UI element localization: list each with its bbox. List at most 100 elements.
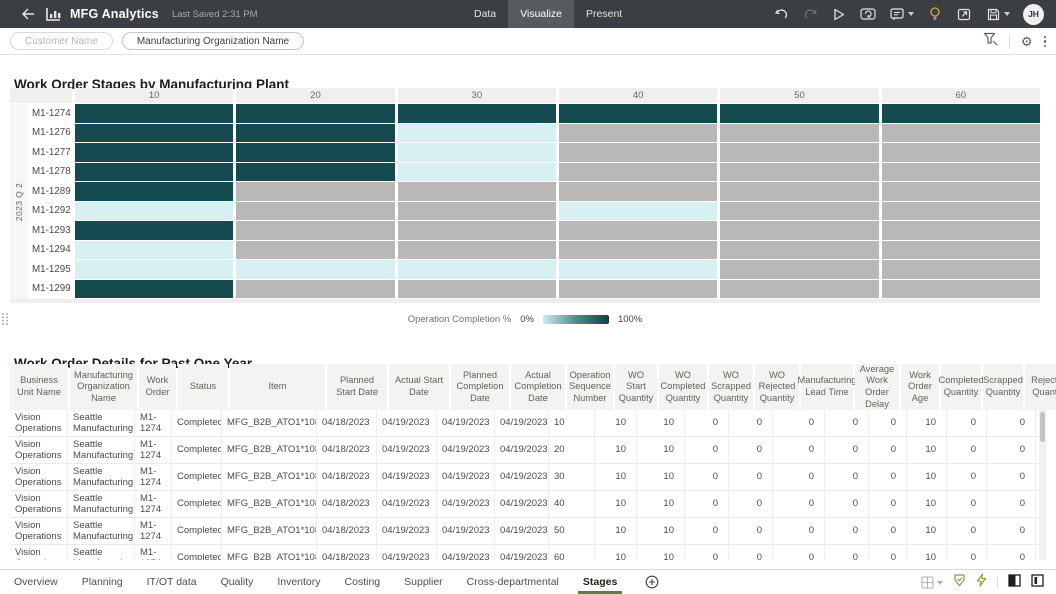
heat-cell-low[interactable]: [75, 260, 234, 279]
heat-cell-none[interactable]: [881, 279, 1040, 298]
heat-cell-none[interactable]: [720, 182, 879, 201]
heat-cell-none[interactable]: [720, 143, 879, 162]
heat-cell-none[interactable]: [397, 182, 556, 201]
heat-cell-none[interactable]: [720, 221, 879, 240]
heat-cell-none[interactable]: [881, 182, 1040, 201]
heat-cell-none[interactable]: [397, 279, 556, 298]
export-open-icon[interactable]: [956, 6, 972, 22]
heat-cell-high[interactable]: [75, 143, 234, 162]
canvas-tab-overview[interactable]: Overview: [14, 570, 58, 594]
heat-cell-high[interactable]: [881, 104, 1040, 123]
table-scrollbar-thumb[interactable]: [1040, 412, 1045, 442]
mode-tab-present[interactable]: Present: [574, 0, 634, 28]
heat-cell-high[interactable]: [236, 162, 395, 181]
heat-cell-none[interactable]: [236, 182, 395, 201]
heat-cell-none[interactable]: [558, 123, 718, 142]
heat-cell-none[interactable]: [558, 162, 718, 181]
refresh-data-icon[interactable]: [860, 6, 876, 22]
heat-cell-none[interactable]: [397, 221, 556, 240]
canvas-tab-quality[interactable]: Quality: [221, 570, 254, 594]
heat-cell-high[interactable]: [236, 123, 395, 142]
heat-cell-high[interactable]: [236, 143, 395, 162]
heat-cell-none[interactable]: [236, 221, 395, 240]
heat-cell-none[interactable]: [236, 240, 395, 259]
canvas-layout-caret[interactable]: [937, 580, 943, 585]
heat-cell-none[interactable]: [558, 143, 718, 162]
comments-dropdown-caret[interactable]: [908, 12, 914, 16]
auto-insights-bolt-icon[interactable]: [976, 573, 987, 592]
canvas-tab-it-ot-data[interactable]: IT/OT data: [147, 570, 197, 594]
canvas-tab-planning[interactable]: Planning: [82, 570, 123, 594]
heat-cell-none[interactable]: [881, 201, 1040, 220]
heat-cell-low[interactable]: [236, 260, 395, 279]
heat-cell-none[interactable]: [558, 221, 718, 240]
save-icon[interactable]: [985, 6, 1001, 22]
heat-cell-high[interactable]: [75, 162, 234, 181]
heat-cell-none[interactable]: [881, 143, 1040, 162]
canvas-tab-cross-departmental[interactable]: Cross-departmental: [467, 570, 559, 594]
settings-gear-icon[interactable]: ⚙: [1021, 35, 1033, 48]
heat-cell-none[interactable]: [558, 182, 718, 201]
filter-pill[interactable]: Customer Name: [10, 32, 113, 50]
heat-cell-high[interactable]: [397, 104, 556, 123]
heat-cell-low[interactable]: [397, 260, 556, 279]
heat-cell-high[interactable]: [236, 104, 395, 123]
heat-cell-low[interactable]: [558, 201, 718, 220]
canvas-tab-inventory[interactable]: Inventory: [277, 570, 320, 594]
heat-cell-high[interactable]: [75, 123, 234, 142]
back-icon[interactable]: [20, 6, 36, 22]
more-options-kebab-icon[interactable]: [1043, 35, 1046, 48]
heat-cell-none[interactable]: [397, 240, 556, 259]
heat-cell-high[interactable]: [75, 279, 234, 298]
heat-cell-low[interactable]: [75, 240, 234, 259]
heat-cell-none[interactable]: [881, 123, 1040, 142]
heat-cell-none[interactable]: [236, 279, 395, 298]
heat-cell-none[interactable]: [881, 240, 1040, 259]
add-canvas-icon[interactable]: [645, 570, 659, 594]
table-scrollbar[interactable]: [1039, 410, 1046, 560]
heat-cell-high[interactable]: [75, 182, 234, 201]
comments-icon[interactable]: [889, 6, 905, 22]
panel-drag-grip[interactable]: [1, 312, 9, 331]
heat-cell-high[interactable]: [558, 104, 718, 123]
mode-tab-data[interactable]: Data: [462, 0, 508, 28]
heat-cell-low[interactable]: [75, 201, 234, 220]
canvas-tab-costing[interactable]: Costing: [345, 570, 381, 594]
table-cell: 0: [947, 518, 987, 544]
filter-pill[interactable]: Manufacturing Organization Name: [121, 32, 305, 50]
filter-funnel-icon[interactable]: [983, 32, 998, 51]
table-cell: 10: [595, 518, 637, 544]
heat-cell-high[interactable]: [75, 221, 234, 240]
heat-cell-none[interactable]: [720, 240, 879, 259]
user-avatar[interactable]: JH: [1023, 3, 1044, 25]
undo-icon[interactable]: [773, 6, 789, 22]
heat-cell-high[interactable]: [75, 104, 234, 123]
heat-cell-none[interactable]: [720, 260, 879, 279]
heat-cell-none[interactable]: [720, 201, 879, 220]
canvas-tab-supplier[interactable]: Supplier: [404, 570, 443, 594]
heat-cell-none[interactable]: [881, 162, 1040, 181]
save-dropdown-caret[interactable]: [1004, 12, 1010, 16]
heat-cell-none[interactable]: [720, 162, 879, 181]
heat-cell-low[interactable]: [397, 123, 556, 142]
panel-split-layout-icon[interactable]: [1031, 573, 1044, 592]
heat-cell-none[interactable]: [881, 260, 1040, 279]
heat-cell-low[interactable]: [558, 260, 718, 279]
heat-cell-none[interactable]: [881, 221, 1040, 240]
mode-tab-visualize[interactable]: Visualize: [508, 0, 575, 28]
insights-lightbulb-icon[interactable]: [927, 6, 943, 22]
heat-cell-none[interactable]: [236, 201, 395, 220]
canvas-layout-control[interactable]: [921, 576, 943, 589]
heat-cell-none[interactable]: [558, 279, 718, 298]
canvas-tab-stages[interactable]: Stages: [577, 570, 623, 594]
heat-cell-low[interactable]: [397, 143, 556, 162]
heat-cell-low[interactable]: [397, 162, 556, 181]
heat-cell-none[interactable]: [720, 123, 879, 142]
preview-play-icon[interactable]: [831, 6, 847, 22]
heat-cell-high[interactable]: [720, 104, 879, 123]
data-quality-shield-icon[interactable]: [953, 573, 966, 592]
heat-cell-none[interactable]: [397, 201, 556, 220]
panel-left-layout-icon[interactable]: [1008, 573, 1021, 592]
heat-cell-none[interactable]: [558, 240, 718, 259]
heat-cell-none[interactable]: [720, 279, 879, 298]
